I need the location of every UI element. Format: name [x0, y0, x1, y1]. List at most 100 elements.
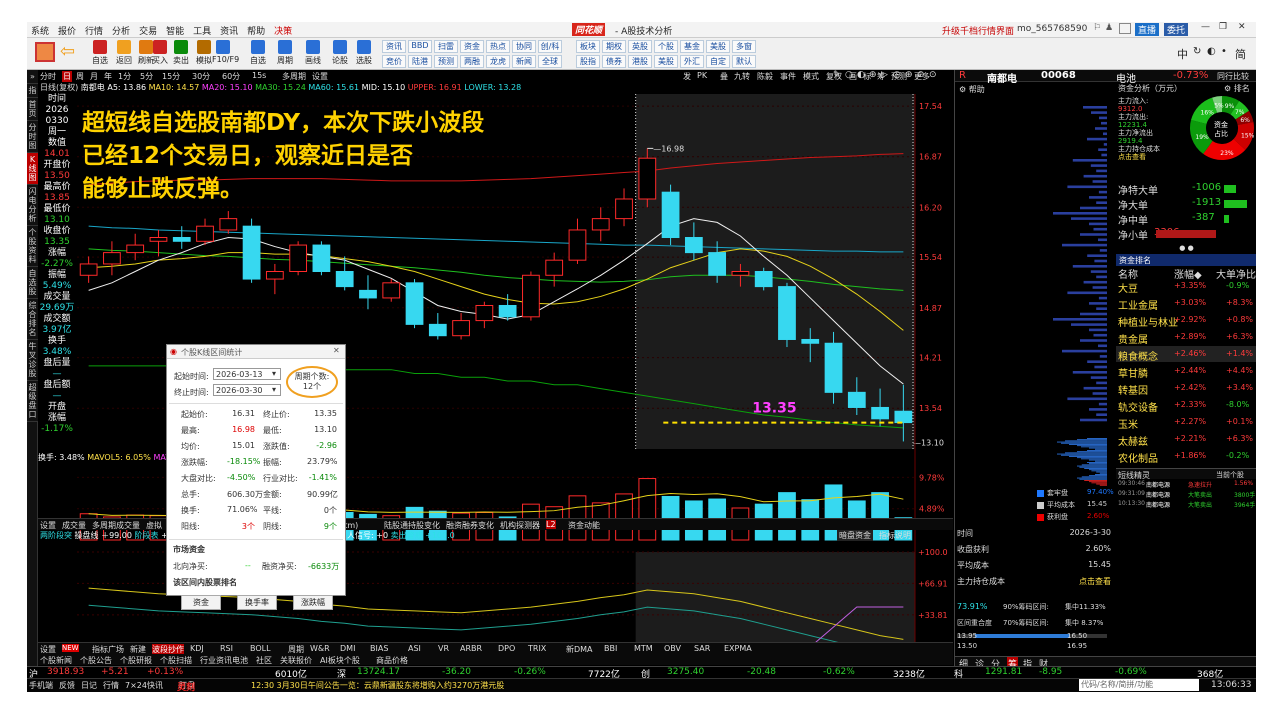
- candle-body[interactable]: [638, 157, 657, 200]
- start-date-picker[interactable]: 2026-03-13 ▾: [213, 368, 281, 380]
- candle-body[interactable]: [405, 282, 424, 325]
- candle-body[interactable]: [428, 323, 447, 337]
- quick-button[interactable]: 英股: [628, 40, 652, 53]
- candle-body[interactable]: [335, 271, 354, 288]
- news-tab[interactable]: 社区: [256, 655, 272, 666]
- tool-icon[interactable]: ▷: [881, 70, 888, 80]
- entrust-button[interactable]: 委托: [1164, 23, 1189, 36]
- quick-button[interactable]: 默认: [732, 55, 756, 68]
- tool-icon[interactable]: ⊙: [929, 70, 937, 80]
- candle-body[interactable]: [79, 263, 98, 276]
- indicator-tab[interactable]: BIAS: [370, 644, 388, 653]
- candle-body[interactable]: [522, 274, 540, 318]
- turnover-rank-button[interactable]: 换手率: [237, 595, 277, 610]
- chart-tool[interactable]: 事件: [780, 71, 796, 82]
- rank-row[interactable]: 贵金属 +2.89% +6.3%: [1116, 329, 1256, 346]
- tool-icon[interactable]: ◐: [857, 70, 865, 80]
- tool-icon[interactable]: ◷: [893, 70, 901, 80]
- candle-body[interactable]: [731, 271, 750, 276]
- news-tab[interactable]: 商品价格: [376, 655, 408, 666]
- quick-button[interactable]: 基金: [680, 40, 704, 53]
- chip-info-value[interactable]: 点击查看: [1079, 576, 1111, 587]
- tool-icon[interactable]: ⊕: [905, 70, 913, 80]
- chart-tool[interactable]: 陈毅: [757, 71, 773, 82]
- bell-icon[interactable]: ⚐: [1093, 23, 1101, 33]
- candle-body[interactable]: [126, 244, 145, 254]
- quick-button[interactable]: 多窗: [732, 40, 756, 53]
- help-link[interactable]: ⚙ 帮助: [959, 84, 985, 95]
- sys-item[interactable]: 反馈: [59, 680, 75, 691]
- period-tab[interactable]: 年: [104, 71, 112, 82]
- menu-item[interactable]: 分析: [112, 27, 130, 37]
- news-tab[interactable]: 个股新闻: [40, 655, 72, 666]
- period-tab[interactable]: 月: [90, 71, 98, 82]
- news-tab[interactable]: 关联报价: [280, 655, 312, 666]
- indicator-tab[interactable]: ARBR: [460, 644, 482, 653]
- news-tab[interactable]: AI板块个股: [320, 655, 360, 666]
- command-input[interactable]: 代码/名称/简拼/功能: [1079, 679, 1199, 691]
- quick-button[interactable]: 竞价: [382, 55, 406, 68]
- candle-body[interactable]: [312, 244, 331, 272]
- toolbar-button[interactable]: 画线: [302, 39, 324, 69]
- quick-button[interactable]: 板块: [576, 40, 600, 53]
- candle-body[interactable]: [708, 252, 727, 276]
- indicator-tab[interactable]: DPO: [498, 644, 515, 653]
- period-tab[interactable]: 设置: [312, 71, 328, 82]
- sys-item[interactable]: 7×24快讯: [125, 680, 163, 691]
- quick-button[interactable]: 新闻: [512, 55, 536, 68]
- user-name[interactable]: mo_565768590: [1017, 24, 1087, 34]
- rank-row[interactable]: 工业金属 +3.03% +8.3%: [1116, 295, 1256, 312]
- candle-body[interactable]: [801, 338, 820, 344]
- left-tab[interactable]: 指: [27, 84, 38, 98]
- candle-body[interactable]: [778, 286, 796, 340]
- indicator-tab[interactable]: W&R: [310, 644, 330, 653]
- toolbar-button[interactable]: 选股: [353, 39, 375, 69]
- toolbar-button[interactable]: 返回: [113, 39, 135, 69]
- indicator-tab[interactable]: SAR: [694, 644, 710, 653]
- indicator-tab[interactable]: ASI: [408, 644, 421, 653]
- indicator-tab[interactable]: NEW: [62, 644, 79, 652]
- rank-row[interactable]: 草甘膦 +2.44% +4.4%: [1116, 363, 1256, 380]
- rank-row[interactable]: 太赫兹 +2.21% +6.3%: [1116, 431, 1256, 448]
- toolbar-button[interactable]: 论股: [329, 39, 351, 69]
- indicator-tab[interactable]: DMI: [340, 644, 355, 653]
- range-stats-dialog[interactable]: ◉ 个股K线区间统计 ✕ 起始时间: 2026-03-13 ▾ 终止时间: 20…: [166, 344, 346, 610]
- left-tab[interactable]: 综合排名: [27, 299, 38, 340]
- menu-item[interactable]: 系统: [31, 27, 49, 37]
- news-tab[interactable]: 个股扫描: [160, 655, 192, 666]
- quick-button[interactable]: 股指: [576, 55, 600, 68]
- period-tab[interactable]: 分时: [40, 71, 56, 82]
- quick-button[interactable]: 创/科: [538, 40, 562, 53]
- indicator-tab[interactable]: BOLL: [250, 644, 271, 653]
- quick-button[interactable]: 外汇: [680, 55, 704, 68]
- candle-body[interactable]: [196, 225, 214, 242]
- refresh-icon[interactable]: ↻: [1193, 46, 1201, 57]
- close-icon[interactable]: ✕: [1238, 22, 1246, 32]
- rank-row[interactable]: 轨交设备 +2.33% -8.0%: [1116, 397, 1256, 414]
- candle-body[interactable]: [684, 237, 703, 254]
- toolbar-button[interactable]: 买入: [149, 39, 171, 69]
- quick-button[interactable]: 自定: [706, 55, 730, 68]
- news-tab[interactable]: 行业资讯电池: [200, 655, 248, 666]
- left-tab[interactable]: »: [27, 70, 38, 84]
- quick-button[interactable]: 热点: [486, 40, 510, 53]
- menu-item[interactable]: 行情: [85, 27, 103, 37]
- grid-icon[interactable]: [35, 42, 55, 62]
- maximize-icon[interactable]: ❐: [1219, 22, 1227, 32]
- rank-row[interactable]: 玉米 +2.27% +0.1%: [1116, 414, 1256, 431]
- peer-compare[interactable]: 同行比较: [1217, 71, 1249, 82]
- tool-icon[interactable]: ⊖: [917, 70, 925, 80]
- candle-body[interactable]: [289, 244, 308, 272]
- rank-link[interactable]: ⚙ 排名: [1224, 83, 1250, 94]
- rank-row[interactable]: 种植业与林业 +2.92% +0.8%: [1116, 312, 1256, 329]
- period-tab[interactable]: 1分: [118, 71, 131, 82]
- period-tab[interactable]: 60分: [222, 71, 240, 82]
- quick-button[interactable]: 美股: [706, 40, 730, 53]
- left-tab[interactable]: 闪电分析: [27, 185, 38, 226]
- candle-body[interactable]: [591, 218, 610, 231]
- period-tab[interactable]: 多周期: [282, 71, 306, 82]
- candle-body[interactable]: [382, 282, 401, 299]
- period-tab[interactable]: 日: [62, 71, 72, 82]
- menu-item[interactable]: 智能: [166, 27, 184, 37]
- sys-item[interactable]: 行情: [103, 680, 119, 691]
